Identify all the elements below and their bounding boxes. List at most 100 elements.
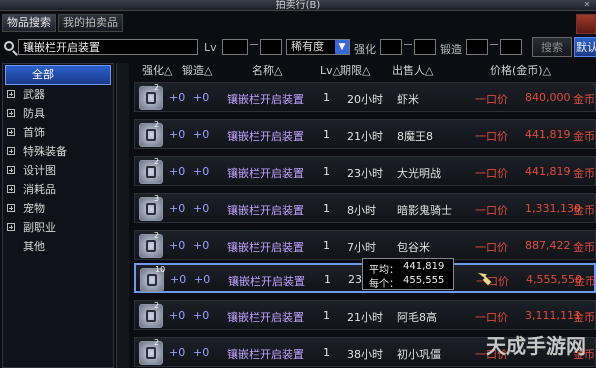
cell-enhance: +0 [169, 202, 186, 215]
category-item-weapons[interactable]: 武器 [5, 86, 111, 104]
rarity-select[interactable]: 稀有度 ▼ [286, 39, 350, 55]
lv-max-field[interactable] [260, 39, 282, 55]
watermark: 天成手游网 [486, 334, 586, 358]
enhance-max-field[interactable] [414, 39, 436, 55]
cell-currency: 金币 [573, 130, 595, 143]
cell-lv: 1 [323, 128, 330, 141]
tab-my-auctions[interactable]: 我的拍卖品 [58, 14, 123, 32]
forge-range-dash [490, 44, 498, 45]
chevron-down-icon[interactable]: ▼ [335, 40, 349, 54]
cell-forge: +0 [193, 202, 210, 215]
header-price[interactable]: 价格(金币)△ [490, 63, 551, 79]
search-input[interactable]: 镶嵌栏开启装置 [18, 39, 198, 55]
expand-icon[interactable] [7, 185, 15, 193]
item-icon [139, 160, 163, 184]
window-title: 拍卖行(B) [275, 0, 321, 11]
rarity-select-value: 稀有度 [291, 40, 324, 53]
cell-forge: +0 [193, 309, 210, 322]
icon-level: 2 [154, 338, 160, 347]
category-item-pets[interactable]: 宠物 [5, 200, 111, 218]
expand-icon[interactable] [7, 109, 15, 117]
cell-currency: 金币 [573, 93, 595, 106]
header-forge[interactable]: 锻造△ [182, 63, 212, 79]
category-item-blueprints[interactable]: 设计图 [5, 162, 111, 180]
category-item-consumables[interactable]: 消耗品 [5, 181, 111, 199]
lv-range-dash [250, 44, 258, 45]
expand-icon[interactable] [7, 147, 15, 155]
cell-currency: 金币 [573, 311, 595, 324]
cell-lv: 1 [323, 346, 330, 359]
forge-min-field[interactable] [466, 39, 488, 55]
cell-enhance: +0 [169, 128, 186, 141]
item-icon [139, 123, 163, 147]
price-tooltip: 平均： 441,819 每个： 455,555 [362, 258, 454, 290]
category-item-armor[interactable]: 防具 [5, 105, 111, 123]
cell-name: 镶嵌栏开启装置 [227, 311, 304, 324]
icon-level: 2 [154, 157, 160, 166]
item-icon [139, 234, 163, 258]
cell-price-type: 一口价 [475, 130, 508, 143]
icon-level: 3 [154, 194, 160, 203]
close-button[interactable] [576, 14, 596, 34]
cell-enhance: +0 [169, 91, 186, 104]
cell-name: 镶嵌栏开启装置 [227, 241, 304, 254]
enhance-label: 强化 [354, 43, 376, 56]
category-item-special-equip[interactable]: 特殊装备 [5, 143, 111, 161]
tab-item-search[interactable]: 物品搜索 [2, 14, 56, 32]
category-item-all[interactable]: 全部 [5, 65, 111, 85]
category-item-other[interactable]: 其他 [5, 238, 111, 256]
tooltip-each-label: 每个： [369, 279, 399, 290]
item-icon [139, 304, 163, 328]
table-row[interactable]: 2 +0 +0 镶嵌栏开启装置 1 21小时 阿毛8高 一口价 3,111,11… [134, 300, 596, 330]
cell-seller: 大光明战 [397, 167, 441, 180]
expand-icon[interactable] [7, 90, 15, 98]
header-time[interactable]: 期限△ [340, 63, 370, 79]
search-row: 镶嵌栏开启装置 Lv 稀有度 ▼ 强化 锻造 搜索 默认 [2, 37, 596, 59]
category-label: 宠物 [23, 202, 45, 215]
category-label: 副职业 [23, 221, 56, 234]
cell-price-type: 一口价 [475, 204, 508, 217]
cell-price-type: 一口价 [475, 167, 508, 180]
lv-label: Lv [204, 41, 217, 54]
close-icon[interactable]: ✕ [582, 0, 592, 9]
item-icon [139, 341, 163, 365]
table-row[interactable]: 2 +0 +0 镶嵌栏开启装置 1 20小时 虾米 一口价 840,000 金币 [134, 82, 596, 112]
sidebar-scrollbar[interactable] [116, 63, 129, 368]
cell-name: 镶嵌栏开启装置 [228, 275, 305, 288]
table-row[interactable]: 2 +0 +0 镶嵌栏开启装置 1 23小时 大光明战 一口价 441,819 … [134, 156, 596, 186]
header-lv[interactable]: Lv△ [320, 63, 341, 79]
expand-icon[interactable] [7, 128, 15, 136]
header-enhance[interactable]: 强化△ [142, 63, 172, 79]
category-label: 全部 [32, 68, 54, 81]
forge-max-field[interactable] [500, 39, 522, 55]
cell-lv: 1 [324, 273, 331, 286]
cell-enhance: +0 [169, 239, 186, 252]
enhance-min-field[interactable] [380, 39, 402, 55]
expand-icon[interactable] [7, 166, 15, 174]
category-item-subjob[interactable]: 副职业 [5, 219, 111, 237]
cell-forge: +0 [193, 128, 210, 141]
table-row[interactable]: 3 +0 +0 镶嵌栏开启装置 1 8小时 暗影鬼骑士 一口价 1,331,13… [134, 193, 596, 223]
cell-time: 21小时 [347, 311, 383, 324]
header-name[interactable]: 名称△ [252, 63, 282, 79]
cell-lv: 1 [323, 239, 330, 252]
cell-lv: 1 [323, 91, 330, 104]
table-row[interactable]: 2 +0 +0 镶嵌栏开启装置 1 21小时 8魔王8 一口价 441,819 … [134, 119, 596, 149]
header-seller[interactable]: 出售人△ [392, 63, 433, 79]
expand-icon[interactable] [7, 204, 15, 212]
category-item-jewelry[interactable]: 首饰 [5, 124, 111, 142]
expand-icon[interactable] [7, 223, 15, 231]
tab-bar: 物品搜索 我的拍卖品 [2, 14, 123, 32]
cell-seller: 虾米 [397, 93, 419, 106]
cell-price-type: 一口价 [475, 311, 508, 324]
lv-min-field[interactable] [222, 39, 248, 55]
icon-level: 2 [154, 120, 160, 129]
default-button[interactable]: 默认 [574, 37, 596, 57]
forge-label: 锻造 [440, 43, 462, 56]
cell-price: 441,819 [525, 128, 571, 141]
cell-seller: 初小巩僵 [397, 348, 441, 361]
table-row[interactable]: 2 +0 +0 镶嵌栏开启装置 1 7小时 包谷米 一口价 887,422 金币 [134, 230, 596, 260]
item-icon [139, 86, 163, 110]
search-button[interactable]: 搜索 [532, 37, 572, 57]
cell-lv: 1 [323, 309, 330, 322]
